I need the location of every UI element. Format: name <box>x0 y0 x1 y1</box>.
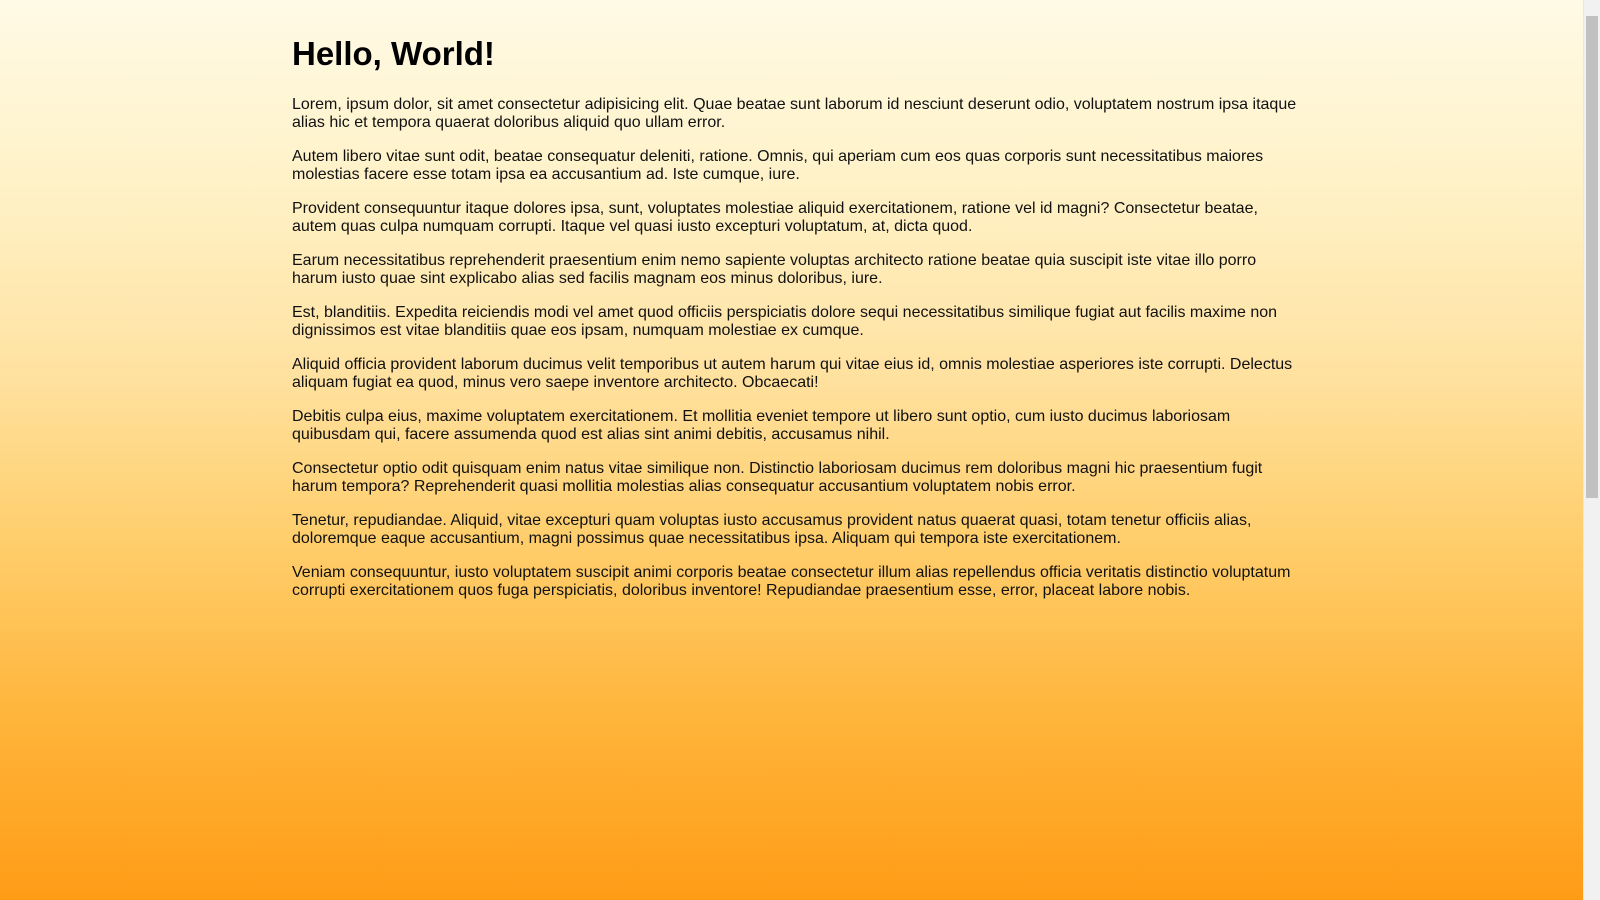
main-content: Hello, World! Lorem, ipsum dolor, sit am… <box>292 34 1298 616</box>
paragraph: Aliquid officia provident laborum ducimu… <box>292 356 1293 391</box>
paragraph: Debitis culpa eius, maxime voluptatem ex… <box>292 408 1231 443</box>
paragraph: Est, blanditiis. Expedita reiciendis mod… <box>292 304 1278 339</box>
paragraph: Provident consequuntur itaque dolores ip… <box>292 200 1258 235</box>
vertical-scrollbar[interactable] <box>1583 0 1600 900</box>
page-title: Hello, World! <box>292 35 495 72</box>
paragraph: Earum necessitatibus reprehenderit praes… <box>292 252 1257 287</box>
paragraph: Lorem, ipsum dolor, sit amet consectetur… <box>292 96 1297 131</box>
paragraph: Tenetur, repudiandae. Aliquid, vitae exc… <box>292 512 1252 547</box>
paragraph: Autem libero vitae sunt odit, beatae con… <box>292 148 1264 183</box>
paragraph: Consectetur optio odit quisquam enim nat… <box>292 460 1263 495</box>
paragraph: Veniam consequuntur, iusto voluptatem su… <box>292 564 1291 599</box>
page-viewport: Hello, World! Lorem, ipsum dolor, sit am… <box>0 0 1583 900</box>
scrollbar-thumb[interactable] <box>1586 16 1598 498</box>
